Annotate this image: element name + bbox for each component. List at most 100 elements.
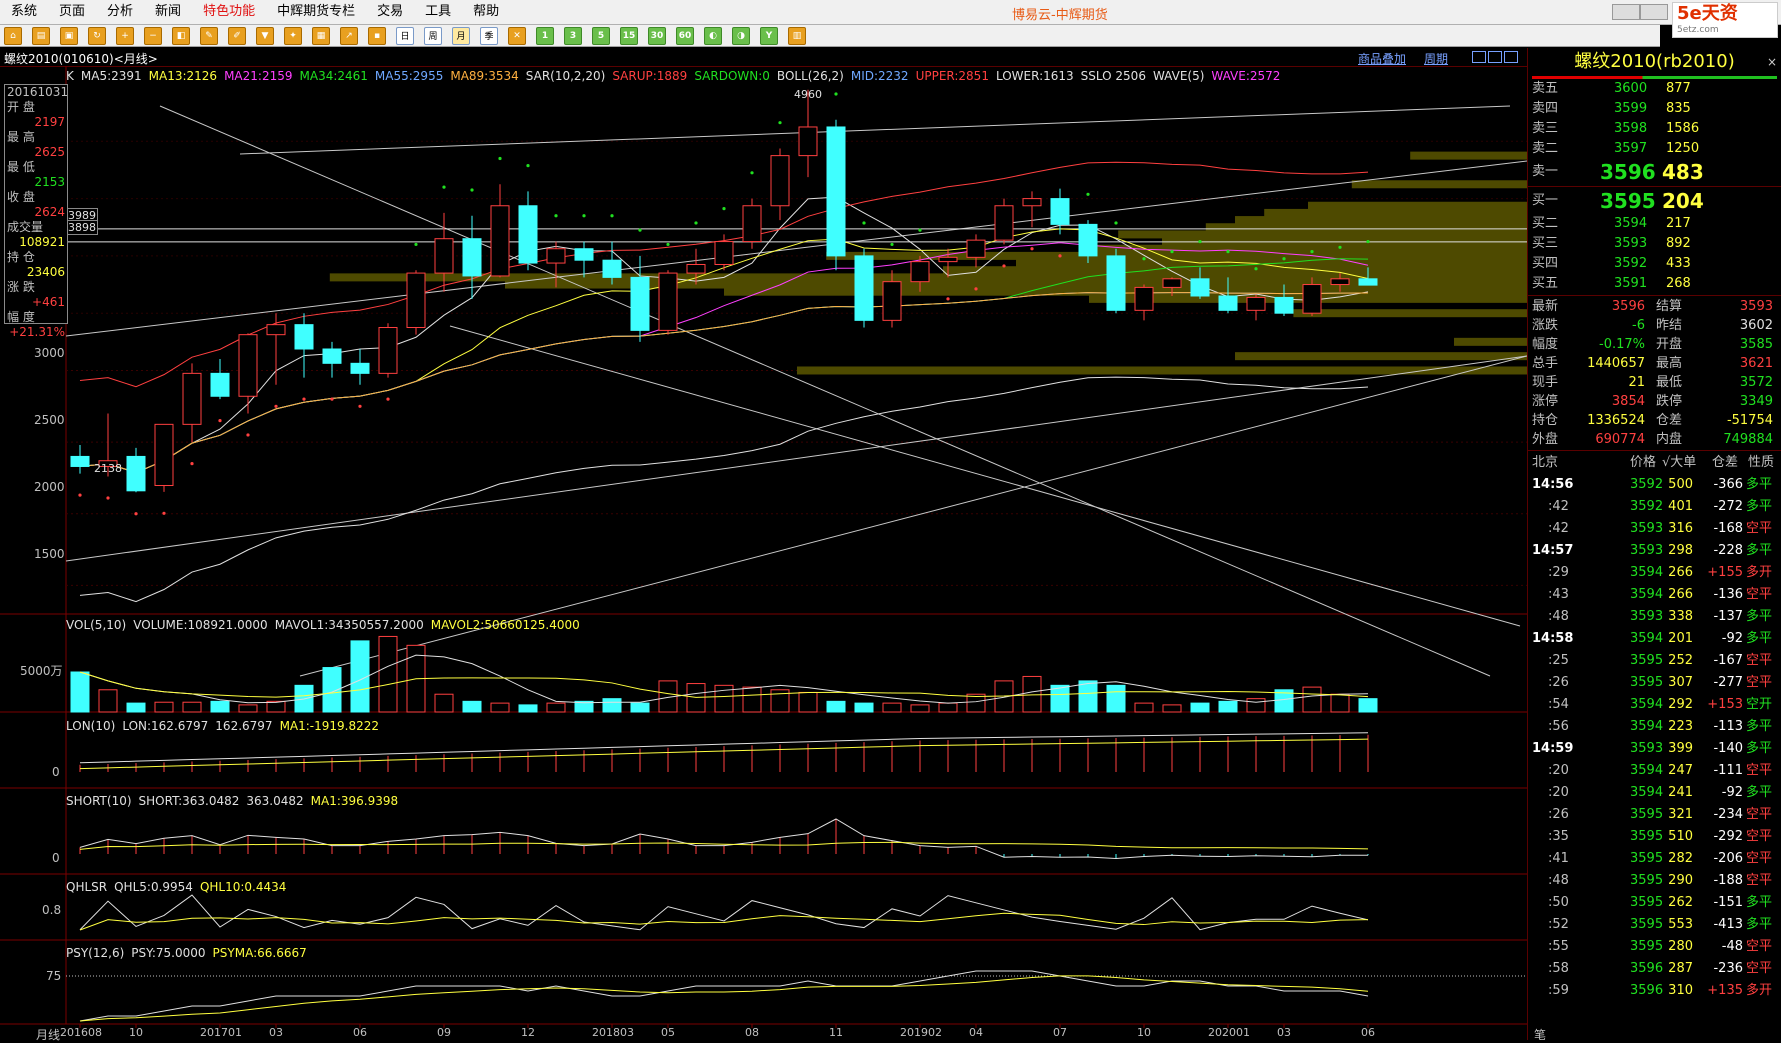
menu-item[interactable]: 交易 [366,0,414,24]
tick-row[interactable]: :48 3595 290 -188 空平 [1528,870,1781,892]
candle-body[interactable] [266,324,286,336]
table-icon[interactable]: ▦ [312,26,330,45]
candle-body[interactable] [658,272,678,331]
bid-row[interactable]: 买五 3591 268 [1528,274,1781,294]
tick-list[interactable]: 14:56 3592 500 -366 多平:42 3592 401 -272 多平:42 359… [1528,474,1781,1002]
menu-item[interactable]: 新闻 [144,0,192,24]
zoom-in-icon[interactable]: + [116,26,134,45]
bid-row[interactable]: 买一 3595 204 [1528,188,1781,214]
tick-row[interactable]: :42 3593 316 -168 空平 [1528,518,1781,540]
period-month-button[interactable]: 月 [452,26,470,45]
calculator-icon[interactable]: ▥ [788,26,806,45]
split-icon[interactable] [1488,51,1502,63]
tick-row[interactable]: :20 3594 241 -92 多平 [1528,782,1781,804]
year-icon[interactable]: Y [760,26,778,45]
overlay-link[interactable]: 商品叠加 [1358,50,1406,67]
bid-row[interactable]: 买三 3593 892 [1528,234,1781,254]
bid-row[interactable]: 买二 3594 217 [1528,214,1781,234]
candle-body[interactable] [854,255,874,321]
tick-row[interactable]: :52 3595 553 -413 多平 [1528,914,1781,936]
candle-body[interactable] [770,155,790,207]
candle-body[interactable] [938,256,958,263]
period-30min-button[interactable]: 30 [648,26,666,45]
ask-row[interactable]: 卖五 3600 877 [1528,79,1781,99]
tick-row[interactable]: :43 3594 266 -136 空平 [1528,584,1781,606]
candle-body[interactable] [154,423,174,487]
window-icon[interactable]: ▣ [60,26,78,45]
candle-body[interactable] [742,205,762,243]
pen-icon[interactable]: ✎ [200,26,218,45]
tick-row[interactable]: :42 3592 401 -272 多平 [1528,496,1781,518]
tick-row[interactable]: :59 3596 310 +135 多开 [1528,980,1781,1002]
tick-row[interactable]: :26 3595 321 -234 空平 [1528,804,1781,826]
candle-body[interactable] [1162,278,1182,288]
home-icon[interactable]: ⌂ [4,26,22,45]
folder-icon[interactable]: ▤ [32,26,50,45]
candle-body[interactable] [1274,296,1294,314]
tick-row[interactable]: :20 3594 247 -111 空平 [1528,760,1781,782]
candle-body[interactable] [406,272,426,329]
menu-item[interactable]: 页面 [48,0,96,24]
candle-body[interactable] [1302,284,1322,314]
candle-body[interactable] [210,372,230,397]
menu-item[interactable]: 系统 [0,0,48,24]
draw-icon[interactable]: ✐ [228,26,246,45]
close-x-icon[interactable]: ✕ [508,26,526,45]
tick-row[interactable]: :48 3593 338 -137 多平 [1528,606,1781,628]
period-5min-button[interactable]: 5 [592,26,610,45]
candle-body[interactable] [294,324,314,350]
tick-row[interactable]: :56 3594 223 -113 多平 [1528,716,1781,738]
candle-body[interactable] [1050,198,1070,225]
menu-item[interactable]: 工具 [414,0,462,24]
candle-body[interactable] [1106,255,1126,311]
period-week-button[interactable]: 周 [424,26,442,45]
tick-row[interactable]: :25 3595 252 -167 空平 [1528,650,1781,672]
bid-row[interactable]: 买四 3592 433 [1528,254,1781,274]
tick-row[interactable]: :55 3595 280 -48 空平 [1528,936,1781,958]
tick-row[interactable]: 14:58 3594 201 -92 多平 [1528,628,1781,650]
candle-body[interactable] [1246,296,1266,311]
candle-body[interactable] [1358,278,1378,286]
candle-body[interactable] [70,455,90,467]
candle-body[interactable] [1022,198,1042,207]
period-15min-button[interactable]: 15 [620,26,638,45]
tick-row[interactable]: :29 3594 266 +155 多开 [1528,562,1781,584]
period-quarter-button[interactable]: 季 [480,26,498,45]
candle-body[interactable] [378,327,398,374]
refresh-icon[interactable]: ↻ [88,26,106,45]
candle-body[interactable] [546,248,566,264]
menu-item[interactable]: 帮助 [462,0,510,24]
candle-body[interactable] [714,241,734,265]
menu-item[interactable]: 分析 [96,0,144,24]
candle-body[interactable] [238,334,258,397]
candle-body[interactable] [966,239,986,258]
menu-item[interactable]: 特色功能 [192,0,266,24]
tick-row[interactable]: :50 3595 262 -151 多平 [1528,892,1781,914]
ask-row[interactable]: 卖二 3597 1250 [1528,139,1781,159]
layout-icon[interactable] [1472,51,1486,63]
candle-body[interactable] [686,263,706,274]
kline-chart[interactable]: K MA5:2391 MA13:2126 MA21:2159 MA34:2461 MA55… [0,66,1527,1042]
ask-row[interactable]: 卖三 3598 1586 [1528,119,1781,139]
filter-icon[interactable]: ▼ [256,26,274,45]
tick-row[interactable]: :35 3595 510 -292 空平 [1528,826,1781,848]
period-3min-button[interactable]: 3 [564,26,582,45]
candle-body[interactable] [826,126,846,257]
period-60min-button[interactable]: 60 [676,26,694,45]
tick-row[interactable]: :54 3594 292 +153 空开 [1528,694,1781,716]
ask-row[interactable]: 卖四 3599 835 [1528,99,1781,119]
tick-row[interactable]: 14:59 3593 399 -140 多平 [1528,738,1781,760]
candle-body[interactable] [630,276,650,331]
period-link[interactable]: 周期 [1424,50,1448,67]
candle-body[interactable] [882,281,902,321]
layers-icon[interactable]: ◧ [172,26,190,45]
candle-body[interactable] [1190,278,1210,297]
tick-row[interactable]: :58 3596 287 -236 空平 [1528,958,1781,980]
fullscreen-icon[interactable] [1504,51,1518,63]
candle-body[interactable] [350,362,370,374]
candle-body[interactable] [126,455,146,492]
menu-item[interactable]: 中辉期货专栏 [266,0,366,24]
candle-body[interactable] [1078,223,1098,257]
candle-body[interactable] [518,205,538,264]
line-chart-icon[interactable]: ↗ [340,26,358,45]
